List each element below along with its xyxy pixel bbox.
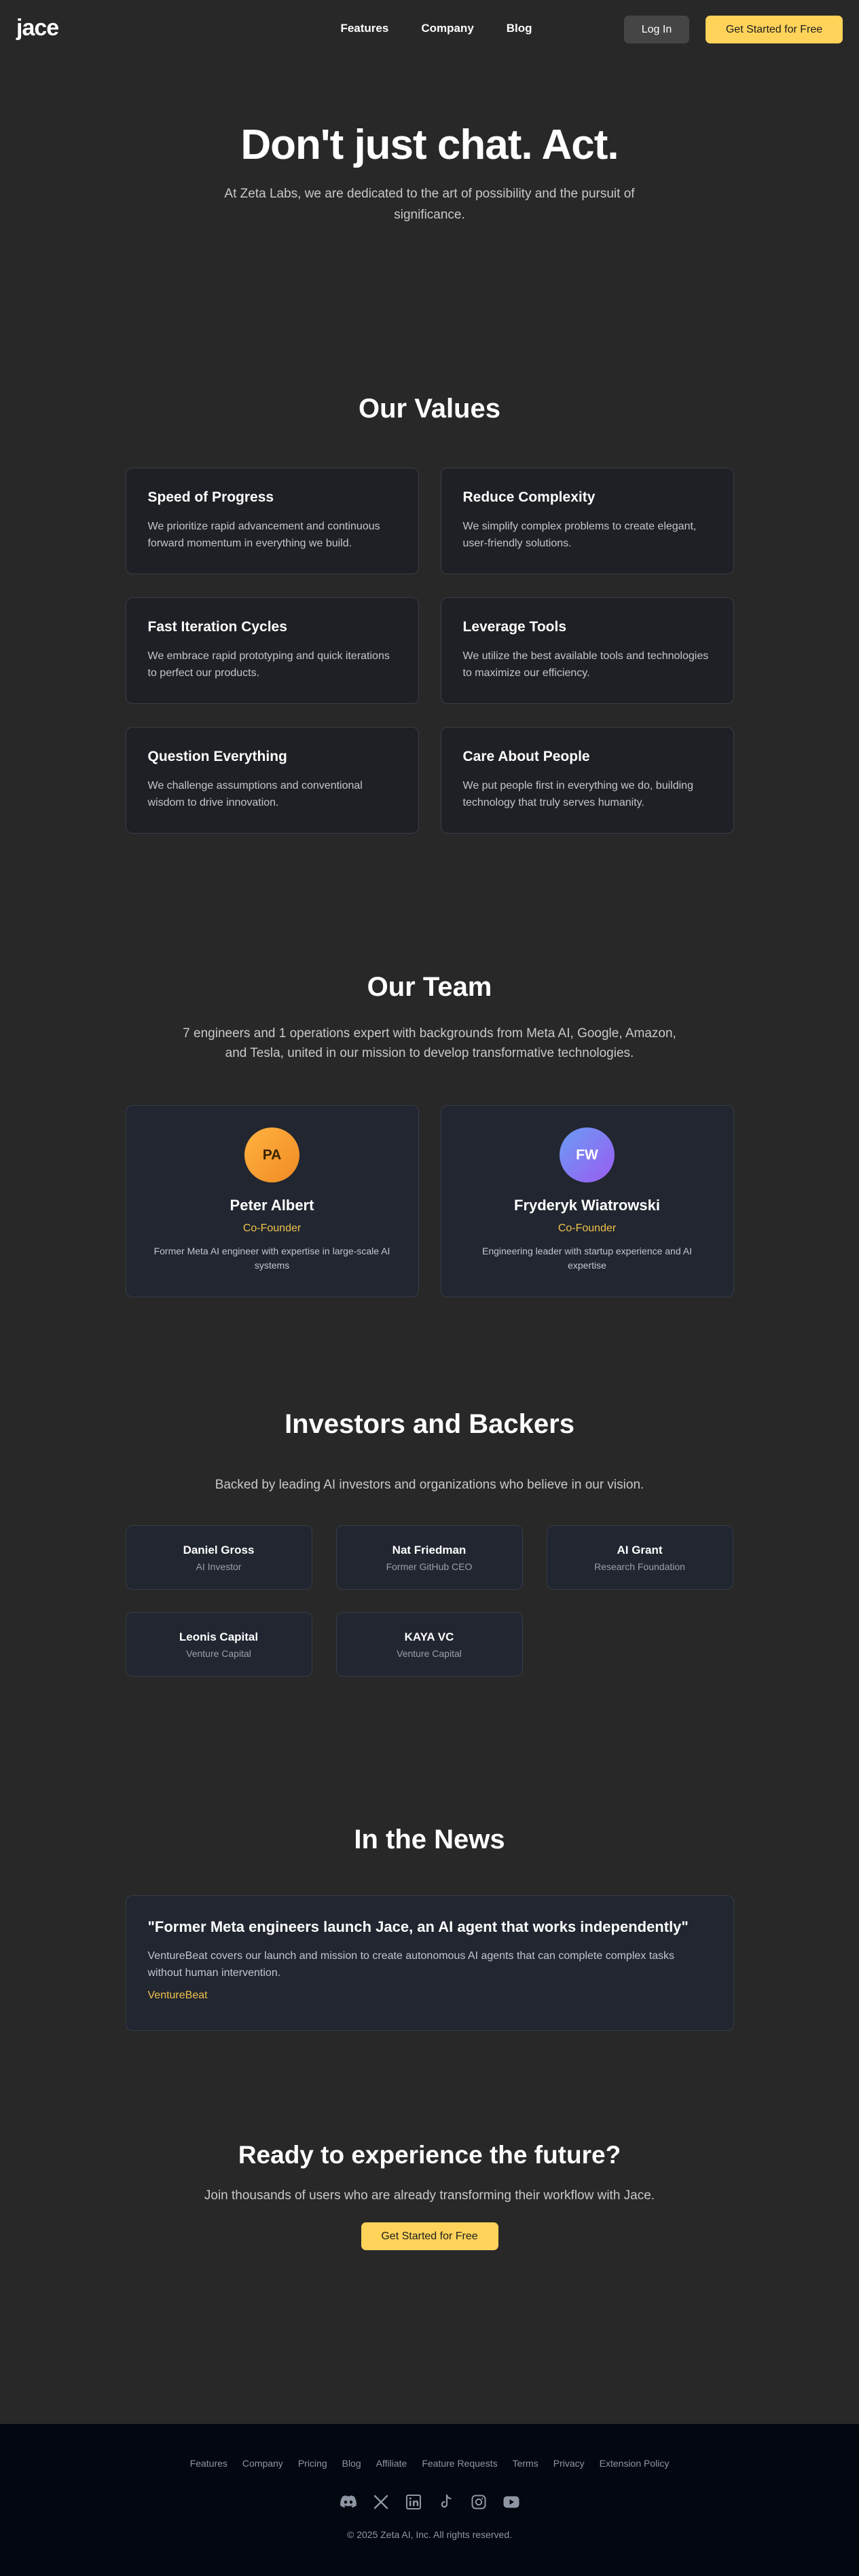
- member-bio: Former Meta AI engineer with expertise i…: [153, 1246, 390, 1271]
- member-name: Fryderyk Wiatrowski: [514, 1197, 660, 1214]
- footer-link-terms[interactable]: Terms: [513, 2458, 538, 2469]
- footer-link-pricing[interactable]: Pricing: [298, 2458, 327, 2469]
- investor-desc: Research Foundation: [594, 1561, 685, 1572]
- team-title: Our Team: [367, 972, 492, 1002]
- cta-text: Join thousands of users who are already …: [204, 2188, 655, 2203]
- value-text: We put people first in everything we do,…: [462, 780, 693, 809]
- discord-icon[interactable]: [340, 2493, 357, 2511]
- values-grid: Speed of Progress We prioritize rapid ad…: [125, 468, 734, 834]
- cta-section: Ready to experience the future? Join tho…: [0, 2141, 859, 2424]
- value-text: We prioritize rapid advancement and cont…: [147, 521, 380, 550]
- footer-link-privacy[interactable]: Privacy: [553, 2458, 585, 2469]
- value-text: We utilize the best available tools and …: [462, 650, 709, 679]
- values-title: Our Values: [359, 394, 500, 424]
- value-text: We challenge assumptions and conventiona…: [147, 780, 363, 809]
- avatar: PA: [244, 1127, 299, 1182]
- member-name: Peter Albert: [230, 1197, 314, 1214]
- value-text: We simplify complex problems to create e…: [462, 521, 697, 550]
- investor-name: KAYA VC: [404, 1630, 454, 1643]
- investors-grid: Daniel Gross AI Investor Nat Friedman Fo…: [125, 1525, 734, 1677]
- nav-actions: Log In Get Started for Free: [624, 16, 843, 43]
- investors-lead: Backed by leading AI investors and organ…: [215, 1478, 644, 1492]
- values-section: Our Values Speed of Progress We prioriti…: [0, 343, 859, 946]
- investor-desc: Venture Capital: [397, 1648, 462, 1659]
- investor-name: Leonis Capital: [179, 1630, 259, 1643]
- footer-links: Features Company Pricing Blog Affiliate …: [0, 2458, 859, 2469]
- value-card: Care About People We put people first in…: [440, 727, 734, 834]
- investor-card: Daniel Gross AI Investor: [125, 1525, 312, 1590]
- member-role: Co-Founder: [242, 1222, 301, 1234]
- investor-name: Nat Friedman: [392, 1544, 467, 1556]
- investors-section: Investors and Backers Backed by leading …: [0, 1408, 859, 1823]
- member-bio: Engineering leader with startup experien…: [482, 1246, 692, 1271]
- x-icon[interactable]: [372, 2493, 390, 2511]
- footer-link-company[interactable]: Company: [242, 2458, 283, 2469]
- news-card: "Former Meta engineers launch Jace, an A…: [125, 1895, 734, 2031]
- investor-name: AI Grant: [617, 1544, 663, 1556]
- value-title: Reduce Complexity: [462, 489, 596, 505]
- youtube-icon[interactable]: [502, 2493, 520, 2511]
- footer-link-features[interactable]: Features: [190, 2458, 227, 2469]
- hero-subtitle: At Zeta Labs, we are dedicated to the ar…: [224, 187, 635, 223]
- investor-desc: Former GitHub CEO: [386, 1561, 473, 1572]
- value-title: Fast Iteration Cycles: [147, 619, 287, 635]
- footer-link-affiliate[interactable]: Affiliate: [376, 2458, 407, 2469]
- value-card: Leverage Tools We utilize the best avail…: [440, 597, 734, 704]
- news-headline: "Former Meta engineers launch Jace, an A…: [147, 1918, 689, 1935]
- value-card: Question Everything We challenge assumpt…: [125, 727, 419, 834]
- value-text: We embrace rapid prototyping and quick i…: [147, 650, 390, 679]
- investor-card: KAYA VC Venture Capital: [335, 1612, 523, 1677]
- investor-desc: AI Investor: [196, 1561, 242, 1572]
- investor-desc: Venture Capital: [186, 1648, 251, 1659]
- nav-link-company[interactable]: Company: [421, 22, 473, 35]
- cta-get-started-button[interactable]: Get Started for Free: [361, 2222, 498, 2250]
- linkedin-icon[interactable]: [405, 2493, 422, 2511]
- get-started-button[interactable]: Get Started for Free: [706, 16, 843, 43]
- avatar: FW: [560, 1127, 615, 1182]
- nav-link-features[interactable]: Features: [340, 22, 388, 35]
- hero-section: Don't just chat. Act. At Zeta Labs, we a…: [0, 58, 859, 343]
- investor-card: Leonis Capital Venture Capital: [125, 1612, 312, 1677]
- investors-title: Investors and Backers: [285, 1409, 574, 1439]
- copyright: © 2025 Zeta AI, Inc. All rights reserved…: [347, 2529, 512, 2540]
- investor-card: Nat Friedman Former GitHub CEO: [335, 1525, 523, 1590]
- value-title: Speed of Progress: [147, 489, 274, 505]
- footer-link-blog[interactable]: Blog: [342, 2458, 361, 2469]
- value-title: Care About People: [462, 749, 590, 764]
- team-card-fryderyk-wiatrowski: FW Fryderyk Wiatrowski Co-Founder Engine…: [440, 1105, 734, 1297]
- top-nav: jace Features Company Blog Log In Get St…: [0, 0, 859, 58]
- footer-link-extension-policy[interactable]: Extension Policy: [600, 2458, 670, 2469]
- team-card-peter-albert: PA Peter Albert Co-Founder Former Meta A…: [125, 1105, 419, 1297]
- hero-title: Don't just chat. Act.: [240, 122, 619, 168]
- member-role: Co-Founder: [558, 1222, 617, 1234]
- social-links: [0, 2493, 859, 2511]
- investor-card: AI Grant Research Foundation: [546, 1525, 733, 1590]
- value-title: Question Everything: [147, 749, 287, 764]
- instagram-icon[interactable]: [470, 2493, 488, 2511]
- value-card: Reduce Complexity We simplify complex pr…: [440, 468, 734, 574]
- team-grid: PA Peter Albert Co-Founder Former Meta A…: [125, 1105, 734, 1297]
- footer: Features Company Pricing Blog Affiliate …: [0, 2424, 859, 2576]
- value-card: Speed of Progress We prioritize rapid ad…: [125, 468, 419, 574]
- news-summary: VentureBeat covers our launch and missio…: [147, 1949, 675, 1979]
- team-section: Our Team 7 engineers and 1 operations ex…: [0, 946, 859, 1408]
- news-section: In the News "Former Meta engineers launc…: [0, 1823, 859, 2141]
- nav-link-blog[interactable]: Blog: [507, 22, 532, 35]
- news-title: In the News: [354, 1825, 505, 1854]
- team-lead: 7 engineers and 1 operations expert with…: [183, 1026, 676, 1060]
- login-button[interactable]: Log In: [624, 16, 689, 43]
- cta-title: Ready to experience the future?: [238, 2141, 621, 2169]
- value-title: Leverage Tools: [462, 619, 567, 635]
- investor-name: Daniel Gross: [183, 1544, 255, 1556]
- value-card: Fast Iteration Cycles We embrace rapid p…: [125, 597, 419, 704]
- news-source-link[interactable]: VentureBeat: [148, 1990, 208, 2002]
- footer-link-feature-requests[interactable]: Feature Requests: [422, 2458, 497, 2469]
- tiktok-icon[interactable]: [437, 2493, 455, 2511]
